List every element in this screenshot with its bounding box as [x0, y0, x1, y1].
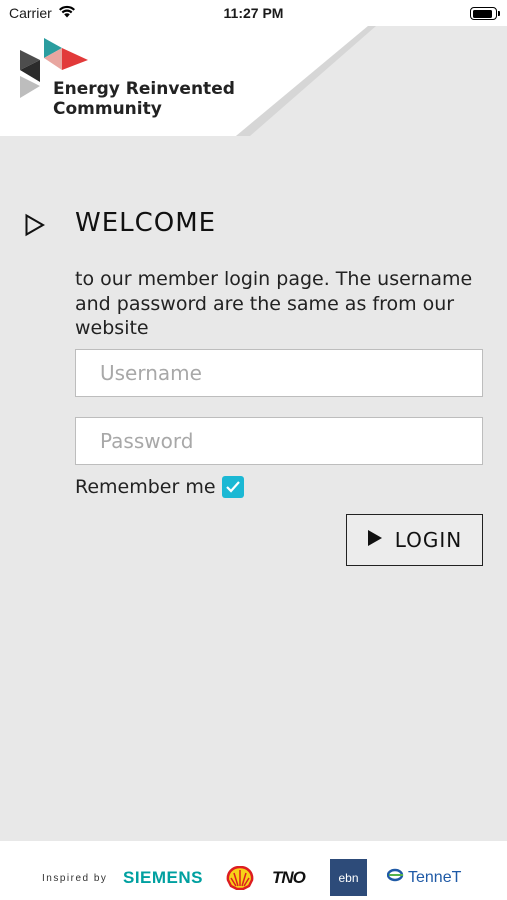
tno-logo: TNO — [272, 868, 306, 887]
logo-text: Energy Reinvented Community — [53, 79, 235, 119]
logo-line-2: Community — [53, 99, 162, 119]
login-label: LOGIN — [394, 528, 463, 552]
logo-line-1: Energy Reinvented — [53, 79, 235, 99]
battery-level — [472, 9, 492, 18]
username-input[interactable] — [75, 349, 483, 397]
password-input[interactable] — [75, 417, 483, 465]
tennet-swoosh-icon — [386, 868, 405, 887]
remember-me-checkbox[interactable] — [221, 476, 244, 498]
remember-me-label: Remember me — [75, 476, 216, 498]
remember-me-row[interactable]: Remember me — [75, 476, 244, 498]
welcome-title: WELCOME — [75, 208, 217, 238]
status-bar: Carrier 11:27 PM — [0, 0, 507, 26]
welcome-text: to our member login page. The username a… — [75, 268, 473, 339]
ebn-logo: ebn — [330, 859, 367, 896]
login-button[interactable]: LOGIN — [346, 514, 483, 566]
partner-footer: Inspired by SIEMENS TNO ebn TenneT — [0, 841, 507, 900]
battery-icon — [470, 7, 500, 20]
status-time: 11:27 PM — [223, 5, 284, 21]
tennet-label: TenneT — [408, 868, 462, 886]
play-solid-icon — [367, 528, 383, 552]
siemens-logo: SIEMENS — [123, 868, 204, 887]
tennet-logo: TenneT — [386, 868, 462, 887]
play-outline-icon — [24, 213, 46, 241]
shell-logo-icon — [226, 865, 254, 894]
inspired-by-label: Inspired by — [42, 873, 108, 884]
checkmark-icon — [225, 481, 240, 493]
